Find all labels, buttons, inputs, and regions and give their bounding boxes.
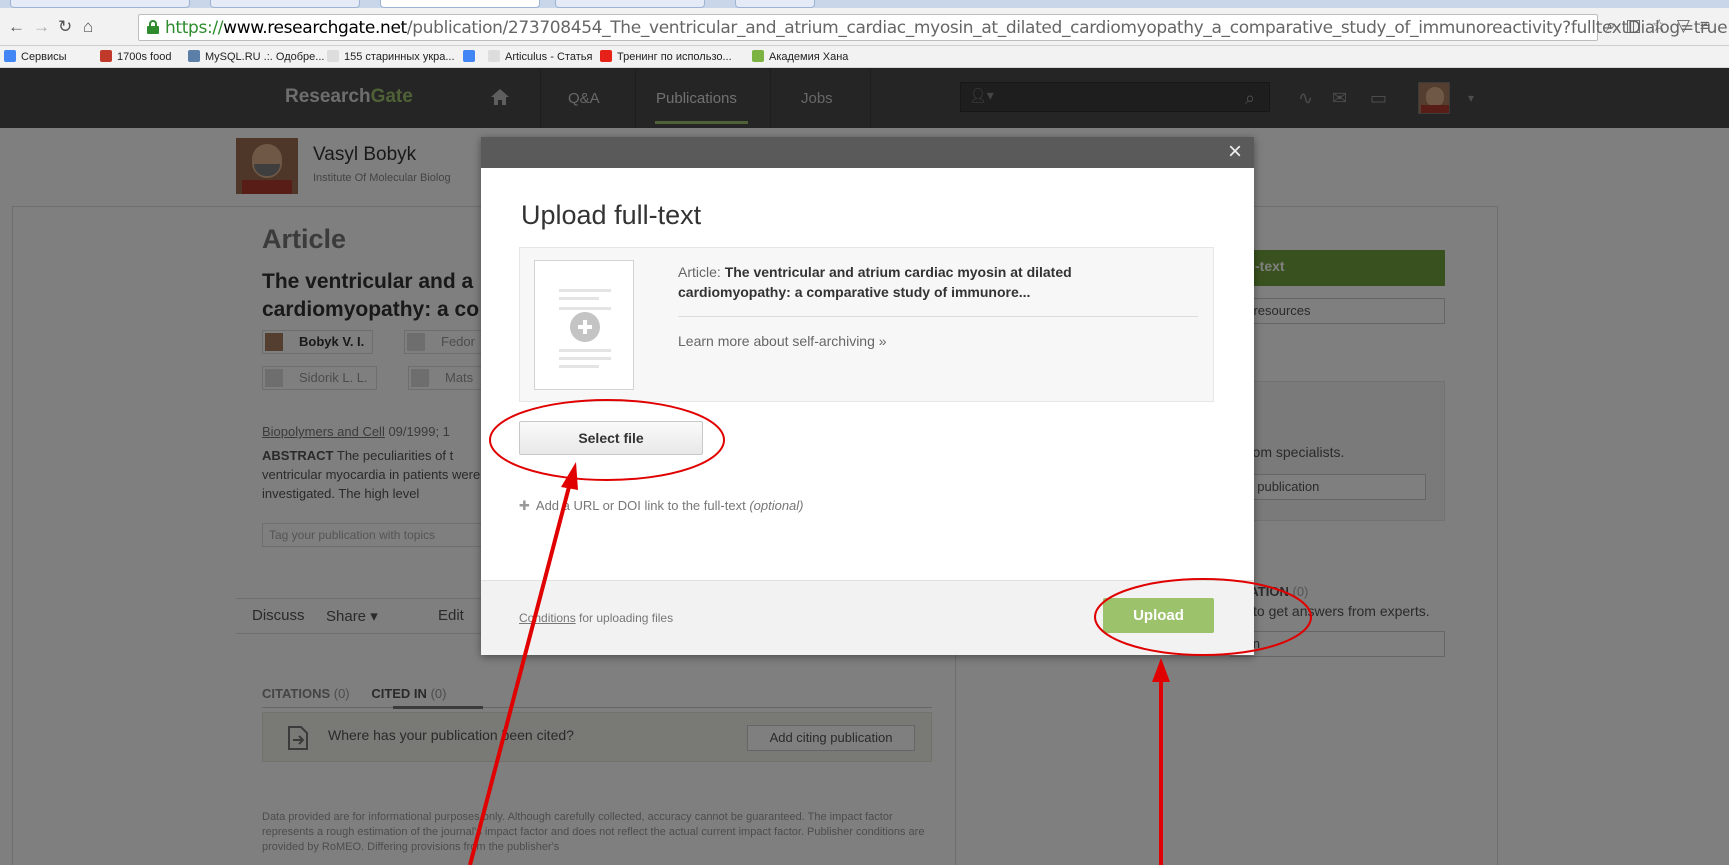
- browser-tab[interactable]: [735, 0, 815, 8]
- bookmark-item[interactable]: Академия Хана: [752, 50, 848, 64]
- learn-more-link[interactable]: Learn more about self-archiving »: [678, 333, 887, 349]
- article-label: Article: The ventricular and atrium card…: [678, 264, 1072, 300]
- page-icon: [327, 50, 339, 62]
- upload-fulltext-dialog: × Upload full-text Article: The ventricu…: [481, 137, 1254, 655]
- address-bar: ← → ↻ ⌂ https://www.researchgate.net/pub…: [0, 8, 1729, 46]
- bookmark-item[interactable]: 1700s food: [100, 50, 171, 64]
- bookmark-item[interactable]: 155 старинных укра...: [327, 50, 455, 64]
- article-card: Article: The ventricular and atrium card…: [519, 247, 1214, 402]
- plus-icon: ✚: [519, 498, 530, 513]
- dialog-title: Upload full-text: [521, 200, 702, 230]
- conditions-text: Conditions for uploading files: [519, 611, 674, 625]
- home-icon[interactable]: ⌂: [83, 17, 93, 37]
- bookmarks-bar: Сервисы 1700s food MySQL.RU .:. Одобре..…: [0, 46, 1729, 68]
- bookmark-icon: [100, 50, 112, 62]
- browser-tab[interactable]: [10, 0, 190, 8]
- bookmark-item[interactable]: MySQL.RU .:. Одобре...: [188, 50, 324, 64]
- browser-tab[interactable]: [210, 0, 360, 8]
- dialog-footer: Conditions for uploading files Upload: [481, 580, 1254, 655]
- url-field[interactable]: https://www.researchgate.net/publication…: [138, 14, 1728, 41]
- select-file-button[interactable]: Select file: [519, 421, 703, 455]
- bookmark-item[interactable]: Сервисы: [4, 50, 67, 64]
- leaf-icon: [752, 50, 764, 62]
- reload-icon[interactable]: ↻: [58, 17, 72, 37]
- close-icon[interactable]: ×: [1228, 140, 1242, 164]
- divider: [678, 316, 1198, 317]
- google-icon: [463, 50, 475, 62]
- conditions-link[interactable]: Conditions: [519, 611, 576, 625]
- dialog-titlebar: ×: [481, 137, 1254, 168]
- bookmark-item[interactable]: [463, 50, 480, 64]
- browser-action-icons[interactable]: ⌕◫☆▽≡: [1606, 16, 1720, 36]
- apps-grid-icon: [4, 50, 16, 62]
- browser-tab[interactable]: [555, 0, 705, 8]
- bookmark-item[interactable]: Тренинг по использо...: [600, 50, 732, 64]
- lock-icon: [147, 20, 159, 34]
- youtube-icon: [600, 50, 612, 62]
- browser-tab-strip: [0, 0, 1729, 8]
- screenshot-root: ← → ↻ ⌂ https://www.researchgate.net/pub…: [0, 0, 1729, 865]
- upload-button[interactable]: Upload: [1103, 598, 1214, 633]
- add-url-link[interactable]: ✚ Add a URL or DOI link to the full-text …: [519, 498, 804, 514]
- bookmark-item[interactable]: Articulus - Статья: [488, 50, 592, 64]
- bookmark-icon: [188, 50, 200, 62]
- document-placeholder-icon: [534, 260, 634, 390]
- plus-circle-icon: [570, 312, 600, 342]
- url-text: https://www.researchgate.net/publication…: [165, 18, 1728, 38]
- browser-tab-active[interactable]: [380, 0, 540, 8]
- back-arrow-icon[interactable]: ←: [8, 17, 25, 37]
- forward-arrow-icon[interactable]: →: [33, 17, 50, 37]
- page-icon: [488, 50, 500, 62]
